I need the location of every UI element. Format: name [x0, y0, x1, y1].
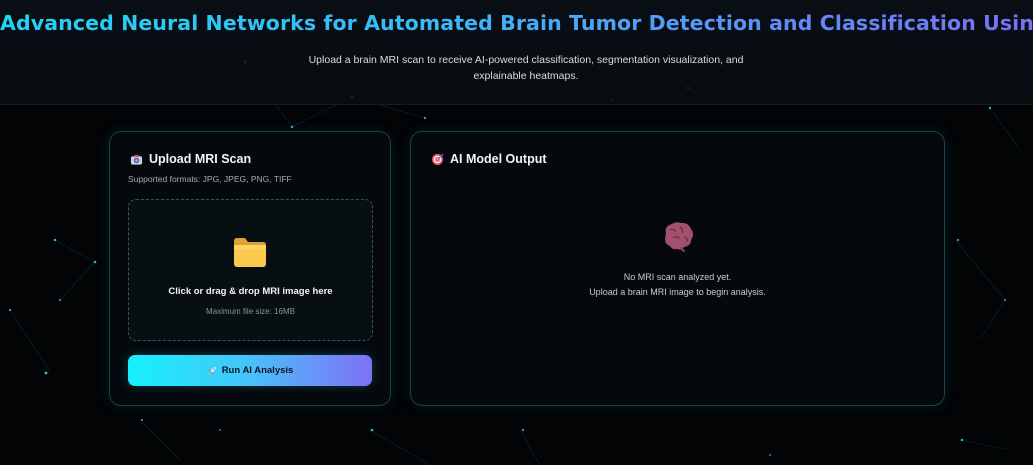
- target-icon: [431, 153, 444, 165]
- upload-panel-title: Upload MRI Scan: [149, 152, 252, 166]
- file-dropzone[interactable]: Click or drag & drop MRI image here Maxi…: [128, 199, 373, 341]
- rocket-icon: [207, 366, 216, 375]
- run-ai-analysis-label: Run AI Analysis: [221, 365, 294, 376]
- supported-formats: Supported formats: JPG, JPEG, PNG, TIFF: [128, 174, 292, 184]
- output-panel-heading: AI Model Output: [431, 152, 547, 166]
- upload-panel: Upload MRI Scan Supported formats: JPG, …: [109, 131, 391, 406]
- dropzone-instruction: Click or drag & drop MRI image here: [168, 286, 333, 297]
- camera-icon: [130, 154, 143, 165]
- max-file-size: Maximum file size: 16MB: [206, 307, 295, 316]
- app-root: Advanced Neural Networks for Automated B…: [0, 0, 1033, 465]
- page-subtitle: Upload a brain MRI scan to receive AI-po…: [308, 54, 744, 82]
- empty-state-line-1: No MRI scan analyzed yet.: [623, 272, 732, 282]
- run-ai-analysis-button[interactable]: Run AI Analysis: [128, 355, 372, 386]
- page-header: Advanced Neural Networks for Automated B…: [0, 0, 1033, 105]
- upload-panel-heading: Upload MRI Scan: [130, 152, 251, 166]
- output-panel-title: AI Model Output: [450, 152, 547, 166]
- empty-state-line-2: Upload a brain MRI image to begin analys…: [589, 287, 766, 297]
- folder-icon: [234, 238, 266, 267]
- output-panel: AI Model Output No MRI scan analyzed yet…: [410, 131, 945, 406]
- brain-icon: [665, 222, 693, 252]
- page-title: Advanced Neural Networks for Automated B…: [0, 11, 1033, 35]
